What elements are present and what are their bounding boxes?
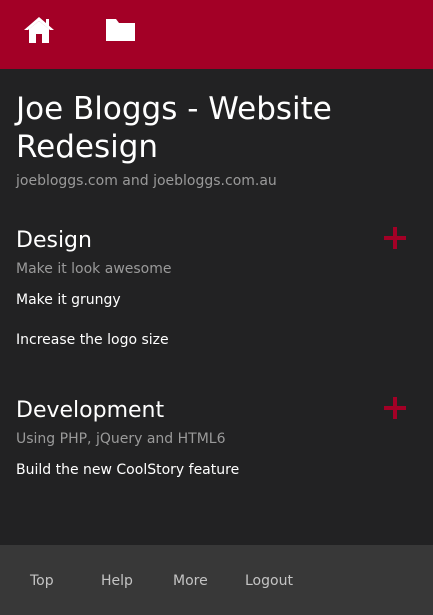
section-title: Development bbox=[16, 398, 165, 423]
section-subtitle: Make it look awesome bbox=[16, 261, 172, 277]
section-development: Development Using PHP, jQuery and HTML6 … bbox=[16, 396, 416, 479]
task-item[interactable]: Increase the logo size bbox=[16, 331, 416, 349]
section-subtitle: Using PHP, jQuery and HTML6 bbox=[16, 431, 226, 447]
footer-link-help[interactable]: Help bbox=[101, 572, 133, 590]
task-item[interactable]: Make it grungy bbox=[16, 291, 416, 309]
task-item[interactable]: Build the new CoolStory feature bbox=[16, 461, 416, 479]
main-content: Joe Bloggs - Website Redesign joebloggs.… bbox=[16, 90, 416, 478]
project-title: Joe Bloggs - Website Redesign bbox=[16, 91, 332, 165]
add-task-development-icon[interactable] bbox=[384, 397, 406, 419]
section-design: Design Make it look awesome Make it grun… bbox=[16, 226, 416, 349]
top-bar bbox=[0, 0, 433, 69]
footer-link-top[interactable]: Top bbox=[30, 572, 54, 590]
project-subtitle: joebloggs.com and joebloggs.com.au bbox=[16, 173, 277, 189]
footer-nav: Top Help More Logout bbox=[0, 545, 433, 615]
section-title: Design bbox=[16, 228, 92, 253]
footer-link-more[interactable]: More bbox=[173, 572, 208, 590]
add-task-design-icon[interactable] bbox=[384, 227, 406, 249]
folder-icon[interactable] bbox=[105, 16, 137, 44]
home-icon[interactable] bbox=[23, 16, 55, 44]
footer-link-logout[interactable]: Logout bbox=[245, 572, 293, 590]
